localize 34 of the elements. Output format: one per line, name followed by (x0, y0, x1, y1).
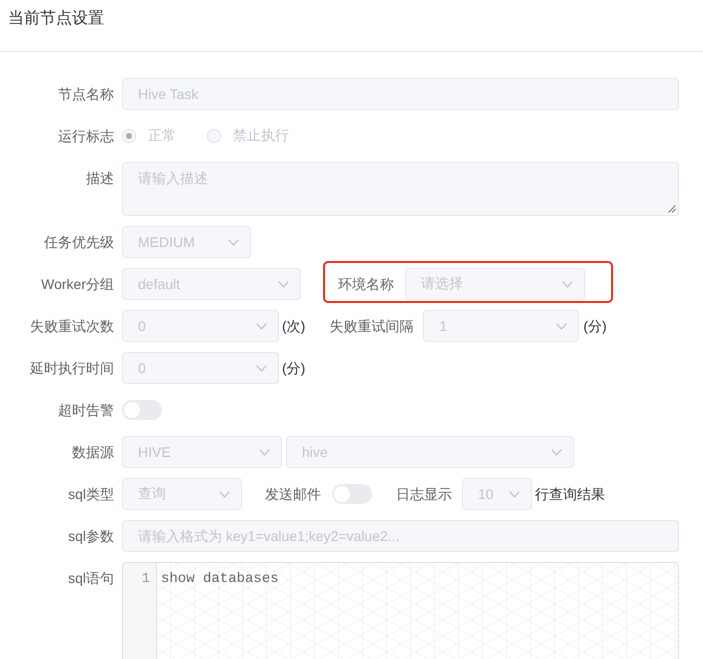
chevron-down-icon (256, 322, 267, 330)
field-label: 超时告警 (58, 401, 114, 420)
field-label: sql语句 (68, 569, 114, 588)
chevron-down-icon (256, 364, 267, 372)
chevron-down-icon (551, 448, 562, 456)
field-label: 数据源 (72, 443, 114, 462)
field-label: 任务优先级 (44, 233, 114, 252)
unit-label: (次) (282, 317, 306, 336)
field-label: 节点名称 (58, 85, 114, 104)
resize-handle-icon[interactable] (668, 205, 676, 213)
unit-label: (分) (583, 317, 607, 336)
suffix-label: 行查询结果 (535, 485, 605, 504)
field-label: 运行标志 (58, 127, 114, 146)
chevron-down-icon (509, 490, 520, 498)
code-line: show databases (161, 570, 279, 589)
field-label: sql参数 (68, 527, 114, 546)
field-label: Worker分组 (41, 275, 114, 294)
unit-label: (分) (282, 359, 306, 378)
field-label: 延时执行时间 (30, 359, 114, 378)
chevron-down-icon (562, 280, 573, 288)
field-label: 描述 (86, 169, 114, 188)
field-label: 失败重试间隔 (329, 317, 414, 336)
chevron-down-icon (228, 238, 239, 246)
panel-title: 当前节点设置 (8, 8, 104, 29)
field-label: 日志显示 (396, 485, 452, 504)
chevron-down-icon (259, 448, 270, 456)
chevron-down-icon (556, 322, 568, 330)
field-label: sql类型 (68, 485, 114, 504)
line-number: 1 (142, 570, 150, 589)
chevron-down-icon (219, 490, 230, 498)
field-label: 环境名称 (338, 275, 394, 294)
field-label: 发送邮件 (265, 485, 321, 504)
field-label: 失败重试次数 (30, 317, 114, 336)
chevron-down-icon (278, 280, 289, 288)
